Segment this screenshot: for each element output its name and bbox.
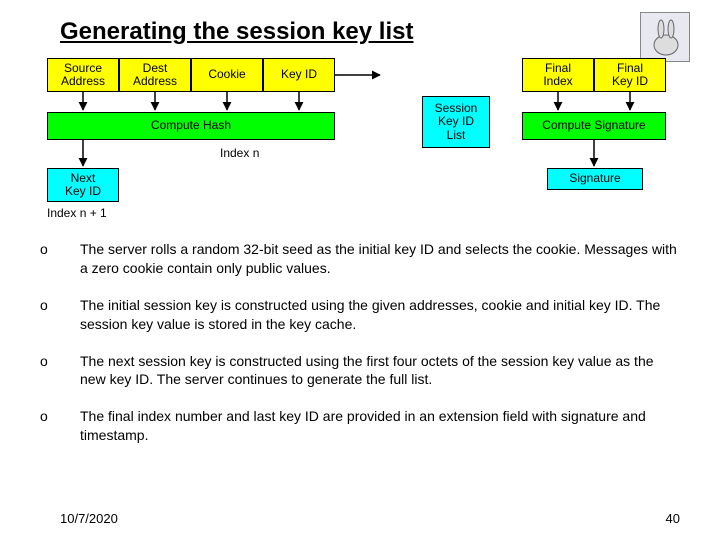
- final-key-id-box: FinalKey ID: [594, 58, 666, 92]
- dest-address-box: DestAddress: [119, 58, 191, 92]
- next-key-id-box: NextKey ID: [47, 168, 119, 202]
- index-n-plus-1-label: Index n + 1: [47, 206, 107, 220]
- footer-date: 10/7/2020: [60, 511, 118, 526]
- session-key-id-list-box: SessionKey IDList: [422, 96, 490, 148]
- bullet-text: The server rolls a random 32-bit seed as…: [80, 240, 680, 278]
- cookie-box: Cookie: [191, 58, 263, 92]
- source-address-box: SourceAddress: [47, 58, 119, 92]
- bullet-marker: o: [40, 407, 80, 445]
- bullet-list: oThe server rolls a random 32-bit seed a…: [40, 240, 680, 463]
- key-id-box: Key ID: [263, 58, 335, 92]
- bullet-text: The final index number and last key ID a…: [80, 407, 680, 445]
- page-title: Generating the session key list: [60, 18, 413, 46]
- signature-box: Signature: [547, 168, 643, 190]
- bullet-marker: o: [40, 240, 80, 278]
- footer-page: 40: [666, 511, 680, 526]
- compute-signature-box: Compute Signature: [522, 112, 666, 140]
- bullet-marker: o: [40, 296, 80, 334]
- bullet-text: The next session key is constructed usin…: [80, 352, 680, 390]
- index-n-label: Index n: [220, 146, 259, 160]
- rabbit-logo: [640, 12, 690, 62]
- compute-hash-box: Compute Hash: [47, 112, 335, 140]
- bullet-text: The initial session key is constructed u…: [80, 296, 680, 334]
- final-index-box: FinalIndex: [522, 58, 594, 92]
- bullet-marker: o: [40, 352, 80, 390]
